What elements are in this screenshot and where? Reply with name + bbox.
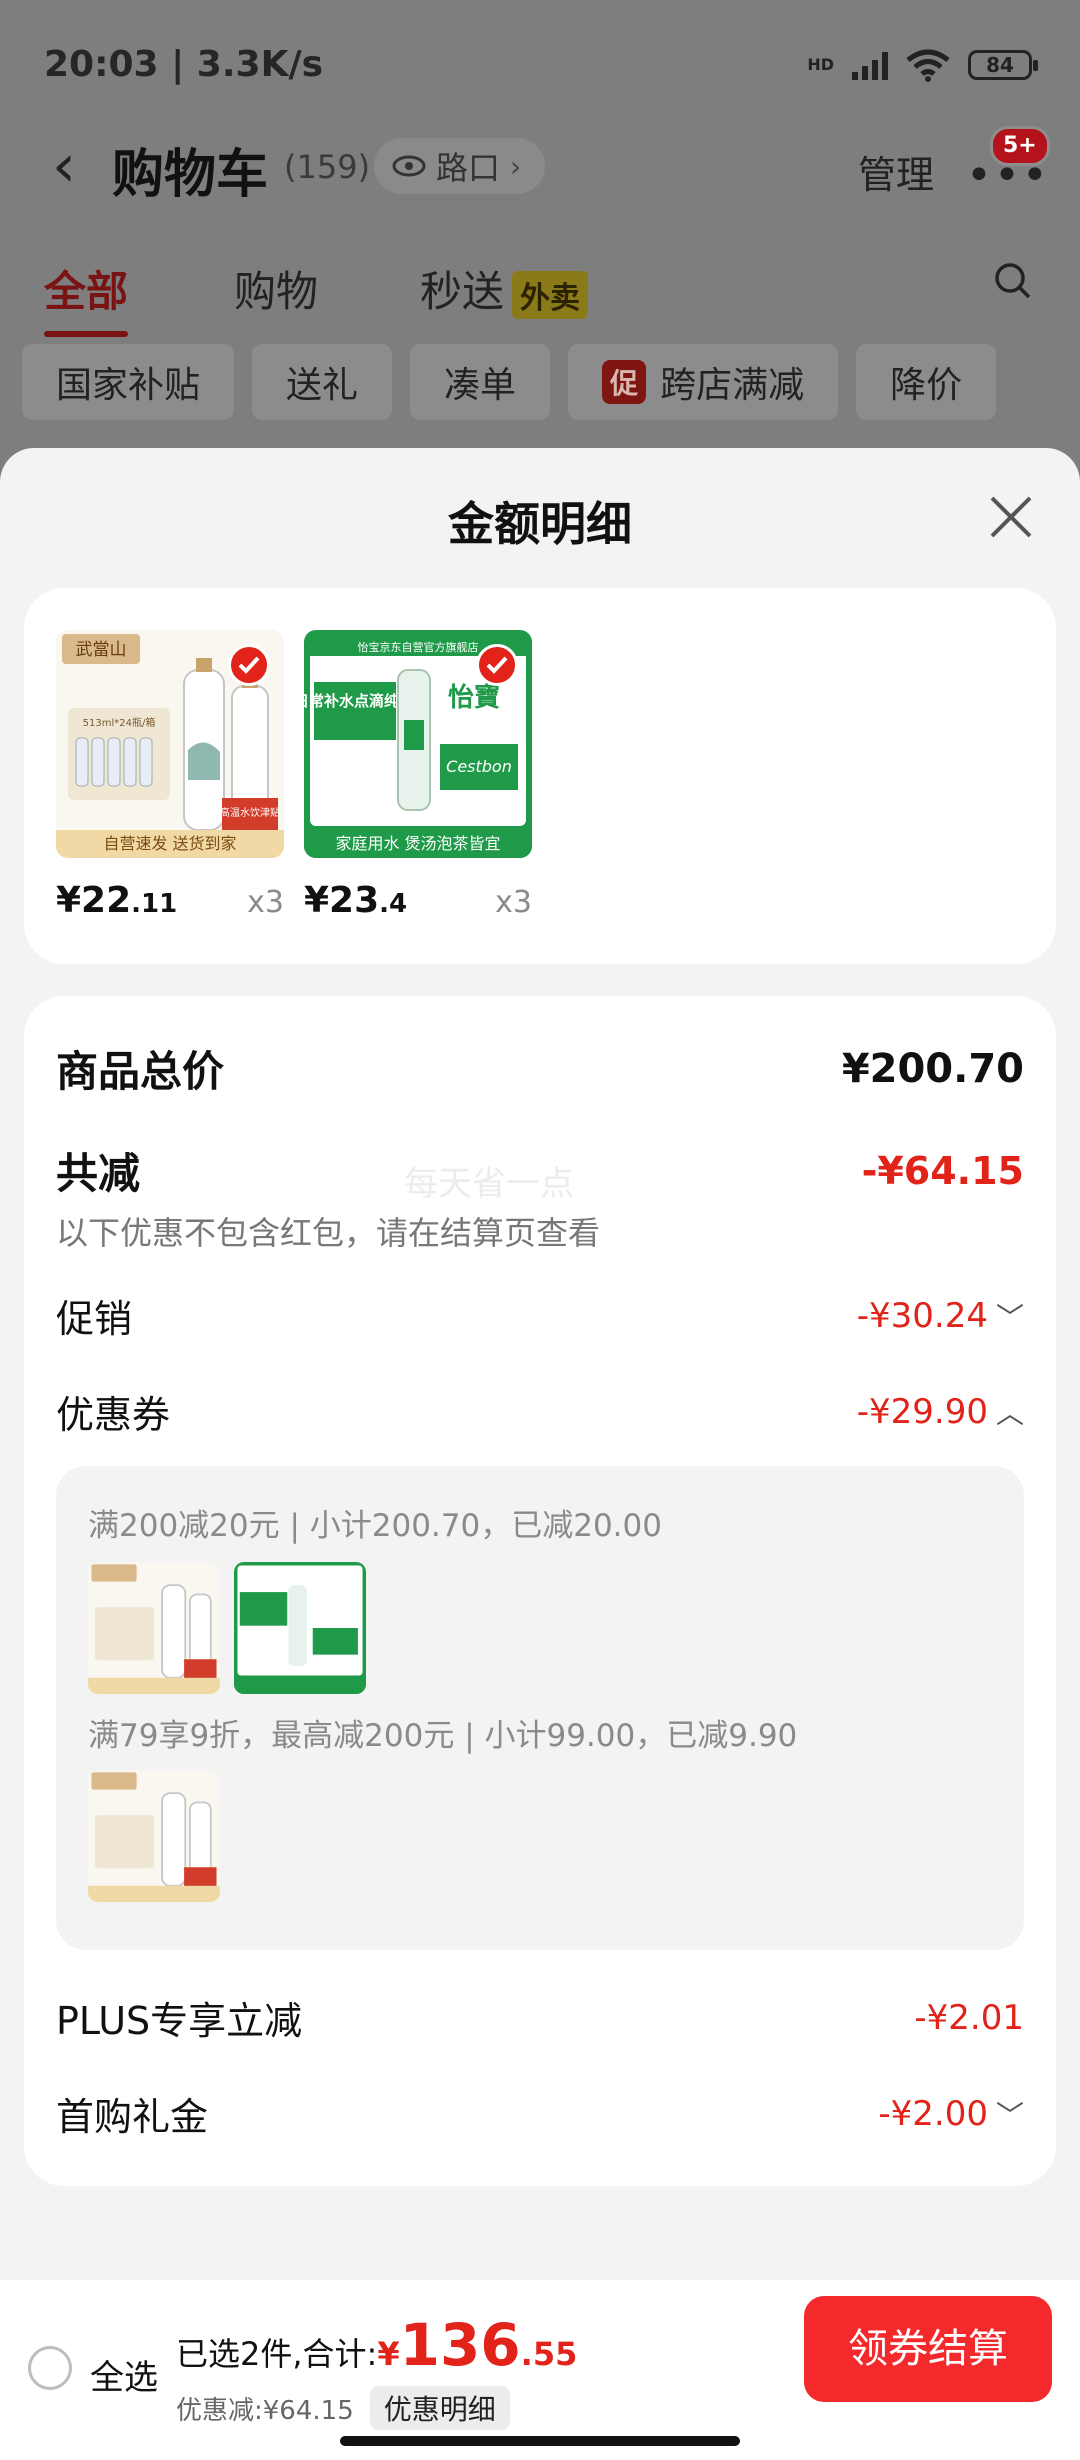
signal-icon bbox=[852, 50, 888, 80]
amount-detail-sheet: 金额明细 武當山 513ml*24瓶/箱 高温水饮津贴 自营速发 送货到家 ¥2… bbox=[0, 448, 1080, 2280]
cart-tabs: 全部 购物 秒送 外卖 bbox=[0, 258, 1080, 337]
svg-text:Cestbon: Cestbon bbox=[446, 757, 512, 776]
svg-text:自营速发 送货到家: 自营速发 送货到家 bbox=[103, 834, 236, 853]
takeout-tag: 外卖 bbox=[512, 270, 589, 319]
selected-check-icon bbox=[476, 644, 518, 686]
close-icon[interactable] bbox=[986, 492, 1036, 542]
cestbon-water-image bbox=[234, 1562, 366, 1694]
back-arrow-icon[interactable]: ‹ bbox=[52, 136, 76, 196]
chip-cross-store[interactable]: 促跨店满减 bbox=[568, 344, 839, 420]
reduction-row: 共减 -¥64.15 bbox=[56, 1140, 1024, 1201]
coupon-product-thumb bbox=[234, 1562, 366, 1694]
product-quantity: x3 bbox=[247, 885, 284, 920]
selected-check-icon bbox=[228, 644, 270, 686]
reduction-value: -¥64.15 bbox=[861, 1148, 1024, 1193]
tab-shopping[interactable]: 购物 bbox=[234, 258, 318, 319]
promo-row[interactable]: 促销 -¥30.24 ﹀ bbox=[56, 1288, 1024, 1343]
discount-detail-button[interactable]: 优惠明细 bbox=[369, 2386, 510, 2430]
total-price-label: 商品总价 bbox=[56, 1047, 225, 1096]
chevron-right-icon: › bbox=[510, 149, 522, 183]
plus-discount-label: PLUS专享立减 bbox=[56, 1999, 303, 2043]
order-summary: 已选2件,合计: ¥ 136 .55 bbox=[176, 2316, 577, 2375]
sheet-title: 金额明细 bbox=[448, 497, 632, 551]
product-thumbnail: 怡宝京东自营官方旗舰店 日常补水点滴纯净 怡寶 Cestbon 家庭用水 煲汤泡… bbox=[304, 630, 532, 858]
first-purchase-gift-row[interactable]: 首购礼金 -¥2.00 ﹀ bbox=[56, 2086, 1024, 2141]
chevron-down-icon: ﹀ bbox=[995, 2098, 1024, 2132]
page-title: 购物车 bbox=[112, 145, 269, 205]
product-item[interactable]: 怡宝京东自营官方旗舰店 日常补水点滴纯净 怡寶 Cestbon 家庭用水 煲汤泡… bbox=[304, 630, 532, 921]
coupon-row[interactable]: 优惠券 -¥29.90 ︿ bbox=[56, 1384, 1024, 1439]
select-all-radio[interactable] bbox=[28, 2346, 72, 2390]
total-amount-decimal: .55 bbox=[520, 2335, 578, 2373]
chip-cross-store-label: 跨店满减 bbox=[660, 365, 805, 406]
location-selector[interactable]: 路口 › bbox=[374, 138, 546, 194]
chevron-down-icon: ﹀ bbox=[995, 1300, 1024, 1334]
checkout-bar: 全选 已选2件,合计: ¥ 136 .55 优惠减:¥64.15 优惠明细 领券… bbox=[0, 2280, 1080, 2460]
plus-discount-row: PLUS专享立减 -¥2.01 bbox=[56, 1990, 1024, 2045]
manage-button[interactable]: 管理 bbox=[858, 144, 934, 199]
checkout-button[interactable]: 领券结算 bbox=[804, 2296, 1052, 2402]
chevron-up-icon: ︿ bbox=[995, 1396, 1024, 1430]
coupon-line-1: 满200减20元 | 小计200.70，已减20.00 bbox=[88, 1508, 662, 1544]
svg-text:怡宝京东自营官方旗舰店: 怡宝京东自营官方旗舰店 bbox=[358, 640, 479, 654]
product-price: ¥23.4 bbox=[304, 880, 408, 921]
reduction-note: 以下优惠不包含红包，请在结算页查看 bbox=[56, 1214, 601, 1252]
chip-gift[interactable]: 送礼 bbox=[252, 344, 393, 420]
status-time-speed: 20:03 | 3.3K/s bbox=[44, 44, 324, 85]
discount-summary: 优惠减:¥64.15 优惠明细 bbox=[176, 2386, 510, 2430]
wifi-icon bbox=[906, 49, 950, 82]
hd-indicator: HD bbox=[807, 55, 834, 74]
reduction-label: 共减 bbox=[56, 1149, 141, 1198]
svg-text:513ml*24瓶/箱: 513ml*24瓶/箱 bbox=[83, 716, 156, 729]
selected-count-text: 已选2件,合计: bbox=[176, 2335, 378, 2373]
svg-text:家庭用水 煲汤泡茶皆宜: 家庭用水 煲汤泡茶皆宜 bbox=[335, 834, 500, 853]
svg-text:高温水饮津贴: 高温水饮津贴 bbox=[220, 806, 280, 819]
selected-products-card: 武當山 513ml*24瓶/箱 高温水饮津贴 自营速发 送货到家 ¥22.11 … bbox=[24, 588, 1056, 964]
coupon-value: -¥29.90 bbox=[856, 1391, 988, 1432]
product-price: ¥22.11 bbox=[56, 880, 178, 921]
product-thumbnail: 武當山 513ml*24瓶/箱 高温水饮津贴 自营速发 送货到家 bbox=[56, 630, 284, 858]
currency-symbol: ¥ bbox=[377, 2335, 400, 2373]
select-all-label[interactable]: 全选 bbox=[90, 2350, 158, 2399]
status-icons: HD 84 bbox=[807, 48, 1038, 82]
coupon-product-thumb bbox=[88, 1770, 220, 1902]
cart-nav-bar: ‹ 购物车 (159) 路口 › 管理 ••• 5+ bbox=[0, 126, 1080, 210]
total-price-row: 商品总价 ¥200.70 bbox=[56, 1038, 1024, 1099]
search-icon[interactable] bbox=[992, 260, 1032, 300]
discount-amount: 优惠减:¥64.15 bbox=[176, 2395, 354, 2426]
coupon-detail-panel: 满200减20元 | 小计200.70，已减20.00 满79享9折，最高减20… bbox=[56, 1466, 1024, 1950]
eye-icon bbox=[392, 155, 426, 177]
tab-all[interactable]: 全部 bbox=[44, 258, 129, 337]
total-amount-integer: 136 bbox=[399, 2311, 521, 2379]
location-label: 路口 bbox=[436, 149, 501, 187]
coupon-line-2: 满79享9折，最高减200元 | 小计99.00，已减9.90 bbox=[88, 1718, 798, 1754]
svg-text:武當山: 武當山 bbox=[76, 640, 127, 660]
cart-page-background: 20:03 | 3.3K/s HD 84 ‹ 购物车 (159) 路口 › 管理… bbox=[0, 0, 1080, 470]
first-purchase-gift-value: -¥2.00 bbox=[878, 2093, 988, 2134]
chip-national-subsidy[interactable]: 国家补贴 bbox=[22, 344, 235, 420]
tab-instant-label: 秒送 bbox=[420, 267, 505, 316]
coupon-label: 优惠券 bbox=[56, 1393, 171, 1437]
chip-add-on[interactable]: 凑单 bbox=[410, 344, 551, 420]
product-quantity: x3 bbox=[495, 885, 532, 920]
notification-badge: 5+ bbox=[990, 126, 1050, 166]
wudangshan-water-image bbox=[88, 1770, 220, 1902]
product-item[interactable]: 武當山 513ml*24瓶/箱 高温水饮津贴 自营速发 送货到家 ¥22.11 … bbox=[56, 630, 284, 921]
tab-instant-delivery[interactable]: 秒送 外卖 bbox=[420, 258, 589, 319]
plus-discount-value: -¥2.01 bbox=[914, 1997, 1024, 2038]
first-purchase-gift-label: 首购礼金 bbox=[56, 2095, 209, 2139]
cart-count: (159) bbox=[284, 148, 371, 186]
total-price-value: ¥200.70 bbox=[841, 1045, 1024, 1092]
promo-icon: 促 bbox=[602, 360, 647, 404]
filter-chips: 国家补贴 送礼 凑单 促跨店满减 降价 bbox=[22, 344, 997, 420]
promo-value: -¥30.24 bbox=[856, 1295, 988, 1336]
battery-icon: 84 bbox=[968, 50, 1038, 80]
promo-label: 促销 bbox=[56, 1297, 133, 1341]
home-indicator[interactable] bbox=[340, 2436, 740, 2446]
coupon-product-thumb bbox=[88, 1562, 220, 1694]
svg-text:怡寶: 怡寶 bbox=[448, 682, 500, 713]
wudangshan-water-image bbox=[88, 1562, 220, 1694]
price-breakdown-card: 商品总价 ¥200.70 每天省一点 共减 -¥64.15 以下优惠不包含红包，… bbox=[24, 996, 1056, 2186]
chip-price-drop[interactable]: 降价 bbox=[856, 344, 997, 420]
